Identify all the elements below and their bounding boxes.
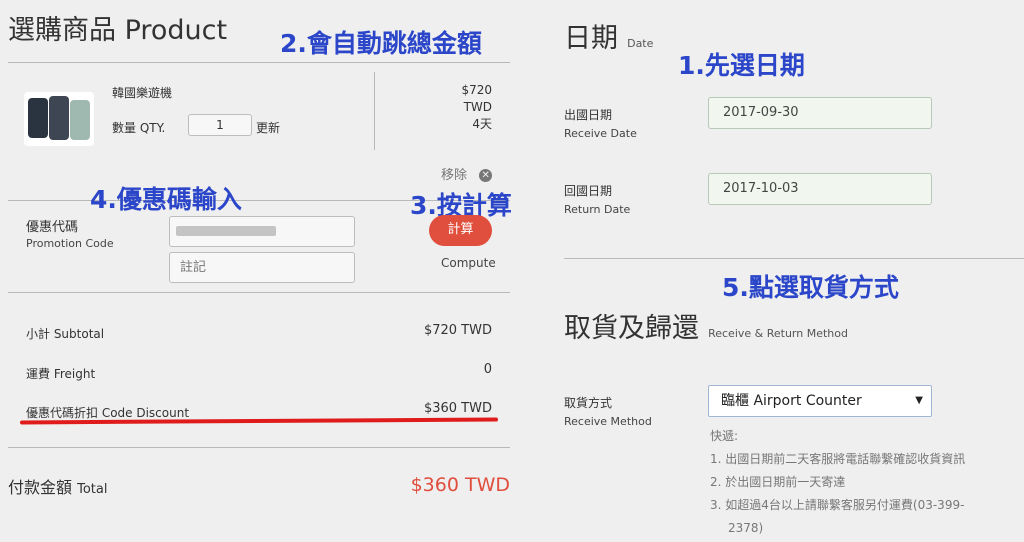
blurred-code (176, 226, 276, 236)
annotation-auto-total: 2.會自動跳總金額 (280, 29, 482, 58)
notes-title: 快遞: (710, 429, 739, 443)
qty-input[interactable]: 1 (188, 114, 252, 136)
total-label-zh: 付款金額 (8, 478, 73, 497)
freight-value: 0 (483, 362, 492, 377)
depart-label-en: Receive Date (564, 127, 637, 140)
depart-date-input[interactable]: 2017-09-30 (708, 97, 932, 129)
update-link[interactable]: 更新 (256, 119, 280, 136)
divider (8, 292, 510, 293)
return-date-input[interactable]: 2017-10-03 (708, 173, 932, 205)
method-title-zh: 取貨及歸還 (564, 313, 699, 344)
annotation-choose-method: 5.點選取貨方式 (722, 273, 899, 302)
note-item: 2378) (728, 521, 764, 535)
subtotal-label: 小計 Subtotal (26, 327, 105, 341)
note-item: 2. 於出國日期前一天寄達 (710, 475, 846, 489)
note-item: 3. 如超過4台以上請聯繫客服另付運費(03-399- (710, 498, 965, 512)
receive-method-value: 臨櫃 Airport Counter (721, 393, 862, 409)
total-label-en: Total (77, 482, 108, 497)
price-amount: $720 (461, 83, 492, 97)
return-label-en: Return Date (564, 203, 631, 216)
promo-note-input[interactable]: 註記 (169, 252, 355, 283)
discount-label: 優惠代碼折扣 Code Discount (26, 406, 190, 420)
divider (8, 62, 510, 63)
total-label: 付款金額 Total (8, 474, 107, 498)
discount-value: $360 TWD (423, 401, 492, 416)
qty-label: 數量 QTY. (112, 121, 166, 135)
date-title-en: Date (627, 37, 654, 50)
price-currency: TWD (463, 100, 492, 114)
annotation-choose-date: 1.先選日期 (678, 51, 805, 80)
divider (8, 447, 510, 448)
promo-label-en: Promotion Code (26, 237, 114, 250)
method-label-en: Receive Method (564, 415, 652, 428)
date-title-zh: 日期 (564, 23, 618, 54)
product-title: 選購商品 Product (8, 15, 228, 46)
dropdown-arrow-icon: ▼ (915, 395, 923, 406)
total-value: $360 TWD (410, 474, 510, 496)
note-item: 1. 出國日期前二天客服將電話聯繫確認收貨資訊 (710, 452, 966, 466)
product-name: 韓國樂遊機 (112, 86, 173, 100)
product-price: $720 TWD 4天 (400, 82, 492, 133)
remove-button[interactable]: 移除 ✕ (441, 164, 493, 183)
divider-vertical (374, 72, 375, 150)
price-days: 4天 (472, 117, 492, 131)
compute-button[interactable]: 計算 (429, 215, 492, 246)
divider (564, 258, 1024, 259)
method-title-en: Receive & Return Method (708, 327, 848, 340)
return-label: 回國日期 (564, 184, 613, 198)
depart-label: 出國日期 (564, 108, 613, 122)
subtotal-value: $720 TWD (423, 323, 492, 338)
freight-label: 運費 Freight (26, 367, 96, 381)
remove-label: 移除 (441, 168, 468, 183)
date-title: 日期 Date (564, 16, 653, 55)
method-title: 取貨及歸還 Receive & Return Method (564, 306, 848, 345)
promo-code-input[interactable] (169, 216, 355, 247)
delivery-notes: 快遞: 1. 出國日期前二天客服將電話聯繫確認收貨資訊 2. 於出國日期前一天寄… (710, 425, 965, 540)
promo-label: 優惠代碼 (26, 220, 79, 235)
annotation-promo-input: 4.優惠碼輸入 (90, 185, 242, 214)
compute-label-en: Compute (441, 256, 496, 270)
product-image (24, 92, 94, 146)
receive-method-select[interactable]: 臨櫃 Airport Counter ▼ (708, 385, 932, 417)
close-icon: ✕ (479, 169, 493, 182)
method-label: 取貨方式 (564, 396, 613, 410)
